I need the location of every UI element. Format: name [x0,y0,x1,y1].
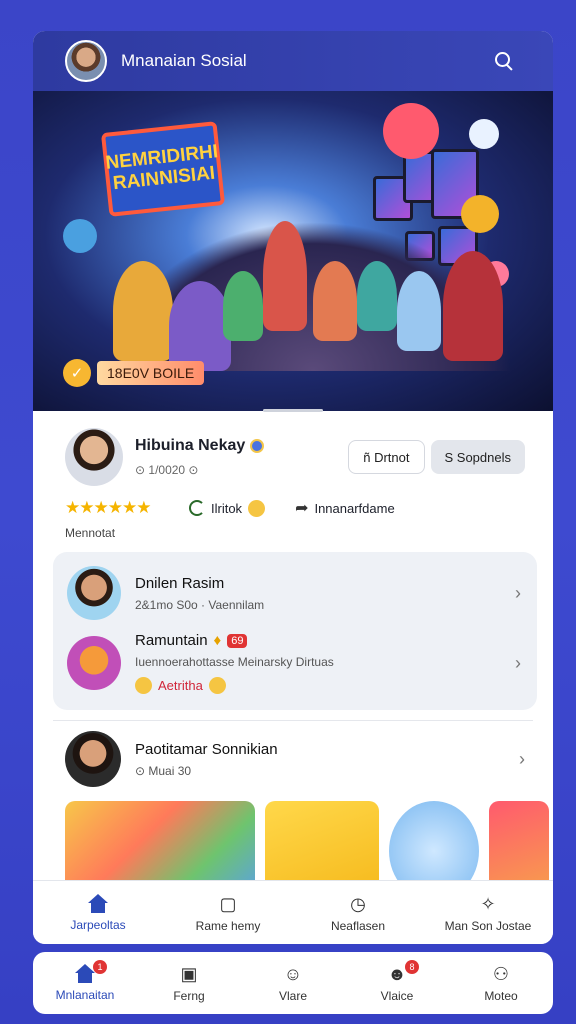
nav-label: Mnlanaitan [55,988,115,1002]
user-avatar[interactable] [65,40,107,82]
list-item-title-text: Ramuntain [135,632,208,649]
repost-action[interactable]: Ilritok [189,499,266,517]
nav-profile[interactable]: ⚇ Moteo [449,952,553,1014]
message-button[interactable]: S Sopdnels [430,440,525,474]
nav-share[interactable]: ☺ Vlare [241,952,345,1014]
profile-meta: Hibuina Nekay ⊙ 1/0020 ⊙ [135,437,342,477]
hero-badge: ✓ 18E0V BOILE [63,359,205,387]
nav-label: Vlare [278,989,307,1003]
emoji-icon [208,677,226,694]
list-item[interactable]: Dnilen Rasim 2&1mo S0o · Vaennilam › [67,560,521,626]
list-item-subtitle: 2&1mo S0o · Vaennilam [135,597,265,612]
follow-button[interactable]: ñ Drtnot [348,440,425,474]
chevron-right-icon: › [519,748,525,769]
profile-row: Hibuina Nekay ⊙ 1/0020 ⊙ ñ Drtnot S Sopd… [33,414,553,486]
chevron-right-icon: › [515,582,521,603]
list-item-title: Dnilen Rasim [135,574,225,592]
share-action[interactable]: ➦ Innanarfdame [295,498,395,518]
list-item-title: Paotitamar Sonnikian [135,740,278,758]
hero-badge-text: 18E0V BOILE [97,361,205,385]
tab-label: Rame hemy [195,918,261,933]
list-item[interactable]: Paotitamar Sonnikian ⊙ Muai 30 › [33,721,553,787]
bottom-nav: 1 Mnlanaitan ▣ Ferng ☺ Vlare ☻ 8 Vlaice … [33,952,553,1014]
repost-label: Ilritok [211,500,243,516]
chevron-right-icon: › [515,652,521,673]
flame-icon: ♦ [213,632,222,649]
tab-home[interactable]: Jarpeoltas [33,881,163,944]
drag-handle[interactable] [263,409,323,412]
check-coin-icon: ✓ [63,359,91,387]
nav-label: Moteo [484,989,518,1003]
emoji-bubble-icon [469,119,499,149]
nav-feed[interactable]: ▣ Ferng [137,952,241,1014]
avatar [67,636,121,690]
avatar [65,731,121,787]
nav-label: Ferng [173,989,205,1003]
list-item-title: Ramuntain ♦ 69 [135,632,507,649]
clock-icon: ◷ [350,893,366,914]
image-icon: ▣ [180,964,198,984]
person-icon: ⚇ [492,964,510,984]
tab-label: Neaflasen [330,918,386,933]
avatar [67,566,121,620]
nav-label: Vlaice [380,989,414,1003]
profile-subtitle: ⊙ 1/0020 ⊙ [135,463,199,477]
actions-row: ★★★★★★ Ilritok ➦ Innanarfdame [33,486,553,518]
profile-name-text: Hibuina Nekay [135,437,246,454]
share-icon: ➦ [295,500,309,517]
emoji-icon [135,677,152,694]
hero-crowd [113,221,513,371]
contact-list: Dnilen Rasim 2&1mo S0o · Vaennilam › Ram… [53,552,537,710]
notification-badge: 1 [93,960,107,974]
profile-caption: Mennotat [65,526,116,540]
app-title: Mnanaian Sosial [121,51,247,70]
rating-stars[interactable]: ★★★★★★ [65,498,189,518]
list-item-subtitle: Iuennoerahottasse Meinarsky Dirtuas [135,655,334,669]
share-label: Innanarfdame [314,500,395,516]
sparkle-icon: ✧ [480,893,496,914]
inner-tab-bar: Jarpeoltas ▢ Rame hemy ◷ Neaflasen ✧ Man… [33,880,553,944]
notification-badge: 8 [405,960,419,974]
square-icon: ▢ [219,893,237,914]
search-icon[interactable] [493,50,515,72]
list-item[interactable]: Ramuntain ♦ 69 Iuennoerahottasse Meinars… [67,626,521,700]
tab-games[interactable]: ▢ Rame hemy [163,881,293,944]
home-icon [87,893,109,914]
tab-explore[interactable]: ✧ Man Son Jostae [423,881,553,944]
tab-label: Jarpeoltas [70,917,126,932]
reaction-label: Aetritha [158,678,203,693]
smile-icon: ☻ [387,964,407,984]
profile-avatar[interactable] [65,428,123,486]
tab-notifications[interactable]: ◷ Neaflasen [293,881,423,944]
list-item-reactions: Aetritha [135,677,507,694]
nav-video[interactable]: ☻ 8 Vlaice [345,952,449,1014]
verified-icon [250,439,265,453]
hero-banner[interactable]: NEMRIDIRHI RAINNISIAI ✓ 18E0V BOILE [33,91,553,411]
top-bar: Mnanaian Sosial [33,31,553,91]
face-icon: ☺ [283,964,303,984]
hero-sign: NEMRIDIRHI RAINNISIAI [100,121,226,217]
profile-name: Hibuina Nekay [135,437,342,455]
status-badge: 69 [227,633,248,648]
refresh-icon [189,500,205,516]
emoji-bubble-icon [63,219,97,253]
play-bubble-icon [383,103,439,159]
nav-home[interactable]: 1 Mnlanaitan [33,952,137,1014]
main-card: Mnanaian Sosial NEMRIDIRHI RAINNISIAI ✓ [33,31,553,944]
list-item-subtitle: ⊙ Muai 30 [135,763,192,778]
emoji-icon [248,499,266,517]
tab-label: Man Son Jostae [444,918,532,933]
